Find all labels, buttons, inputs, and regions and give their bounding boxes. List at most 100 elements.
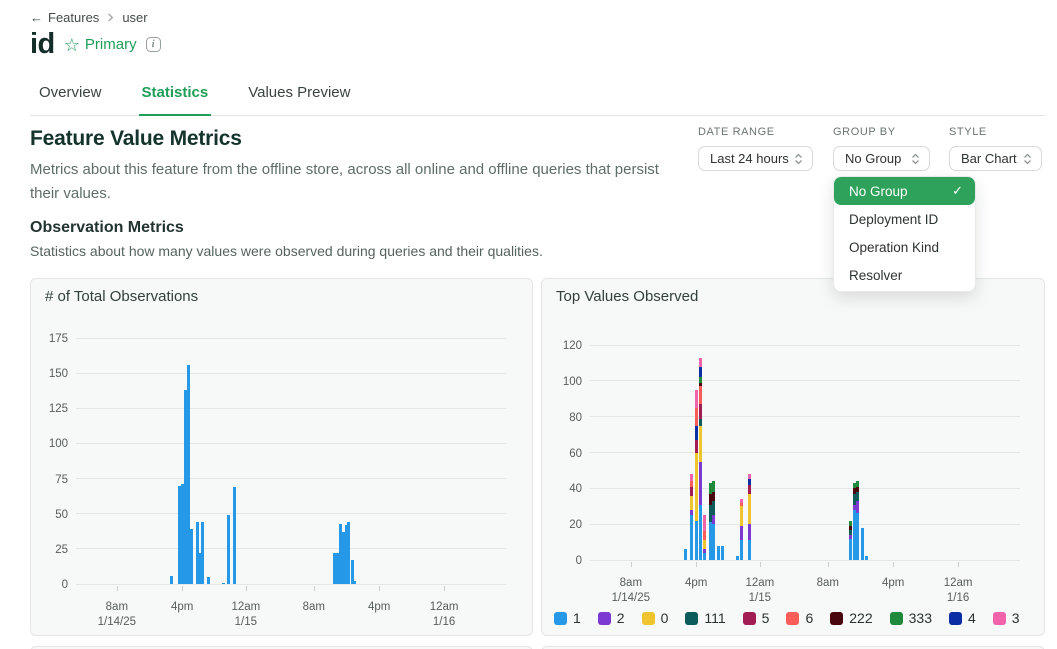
bar-segment[interactable] xyxy=(222,583,225,584)
bar-segment[interactable] xyxy=(849,535,852,539)
bar-segment[interactable] xyxy=(748,524,751,540)
legend-item[interactable]: 3 xyxy=(993,610,1020,626)
menu-item-operation-kind[interactable]: Operation Kind xyxy=(834,233,975,261)
bar-segment[interactable] xyxy=(853,494,856,505)
info-icon[interactable]: i xyxy=(146,37,161,52)
bar-segment[interactable] xyxy=(853,510,856,560)
bar-segment[interactable] xyxy=(695,521,698,560)
bar-segment[interactable] xyxy=(748,540,751,560)
bar-segment[interactable] xyxy=(233,487,236,584)
bar-segment[interactable] xyxy=(717,546,720,560)
menu-item-deployment-id[interactable]: Deployment ID xyxy=(834,205,975,233)
bar-segment[interactable] xyxy=(699,366,702,377)
legend-item[interactable]: 5 xyxy=(743,610,770,626)
tab-overview[interactable]: Overview xyxy=(36,80,105,115)
tab-statistics[interactable]: Statistics xyxy=(139,80,212,116)
bar-segment[interactable] xyxy=(748,494,751,525)
bar-segment[interactable] xyxy=(695,453,698,521)
bar-segment[interactable] xyxy=(712,524,715,560)
bar-segment[interactable] xyxy=(712,481,715,492)
bar-segment[interactable] xyxy=(690,487,693,496)
bar-segment[interactable] xyxy=(712,515,715,524)
bar-segment[interactable] xyxy=(856,481,859,486)
bar-segment[interactable] xyxy=(748,479,751,484)
group-by-select[interactable]: No Group xyxy=(833,146,930,171)
bar-segment[interactable] xyxy=(703,553,706,560)
subsection-description: Statistics about how many values were ob… xyxy=(30,243,543,259)
legend-item[interactable]: 1 xyxy=(554,610,581,626)
legend-item[interactable]: 0 xyxy=(642,610,669,626)
bar-segment[interactable] xyxy=(695,426,698,440)
legend-item[interactable]: 333 xyxy=(890,610,932,626)
bar-segment[interactable] xyxy=(695,390,698,408)
bar-segment[interactable] xyxy=(690,496,693,510)
date-range-select[interactable]: Last 24 hours xyxy=(698,146,813,171)
bar-segment[interactable] xyxy=(712,492,715,501)
bar-segment[interactable] xyxy=(690,510,693,515)
bar-segment[interactable] xyxy=(684,549,687,560)
bar-segment[interactable] xyxy=(703,515,706,531)
bar-segment[interactable] xyxy=(353,581,356,584)
bar-segment[interactable] xyxy=(856,487,859,492)
bar-segment[interactable] xyxy=(699,462,702,505)
bar-segment[interactable] xyxy=(699,404,702,418)
bar-segment[interactable] xyxy=(712,501,715,515)
bar-segment[interactable] xyxy=(849,526,852,530)
x-axis-tick: 4pm xyxy=(344,600,414,615)
bar-segment[interactable] xyxy=(849,521,852,526)
bar-segment[interactable] xyxy=(170,576,173,584)
bar-segment[interactable] xyxy=(690,515,693,560)
style-select[interactable]: Bar Chart xyxy=(949,146,1042,171)
bar-segment[interactable] xyxy=(865,556,868,560)
breadcrumb: ← Features user xyxy=(30,10,148,25)
legend-item[interactable]: 2 xyxy=(598,610,625,626)
bar-segment[interactable] xyxy=(740,506,743,526)
bar-segment[interactable] xyxy=(690,481,693,486)
bar-segment[interactable] xyxy=(201,522,204,584)
bar-segment[interactable] xyxy=(699,358,702,367)
bar-segment[interactable] xyxy=(699,386,702,404)
bar-segment[interactable] xyxy=(699,383,702,387)
bar-segment[interactable] xyxy=(695,408,698,426)
bar-segment[interactable] xyxy=(856,513,859,560)
bar-segment[interactable] xyxy=(740,526,743,540)
bar-segment[interactable] xyxy=(699,426,702,462)
bar-segment[interactable] xyxy=(699,377,702,382)
bar-segment[interactable] xyxy=(740,499,743,503)
bar-segment[interactable] xyxy=(748,485,751,494)
bar-segment[interactable] xyxy=(703,531,706,540)
bar-segment[interactable] xyxy=(695,440,698,453)
bar-segment[interactable] xyxy=(853,504,856,509)
legend-item[interactable]: 4 xyxy=(949,610,976,626)
breadcrumb-user-link[interactable]: user xyxy=(122,10,147,25)
bar-segment[interactable] xyxy=(849,539,852,561)
bar-segment[interactable] xyxy=(207,577,210,584)
bar-segment[interactable] xyxy=(853,488,856,493)
legend-label: 333 xyxy=(909,610,932,626)
bar-segment[interactable] xyxy=(736,556,739,560)
bar-segment[interactable] xyxy=(703,549,706,553)
bar-segment[interactable] xyxy=(748,474,751,479)
tab-values-preview[interactable]: Values Preview xyxy=(245,80,353,115)
bar-segment[interactable] xyxy=(699,418,702,425)
bar-segment[interactable] xyxy=(690,474,693,481)
bar-segment[interactable] xyxy=(190,529,193,584)
breadcrumb-features-link[interactable]: ← Features xyxy=(30,10,99,25)
bar-segment[interactable] xyxy=(740,540,743,560)
bar-segment[interactable] xyxy=(227,515,230,584)
legend-item[interactable]: 111 xyxy=(685,610,725,626)
bar-segment[interactable] xyxy=(703,540,706,549)
bar-segment[interactable] xyxy=(853,483,856,488)
bar-segment[interactable] xyxy=(856,492,859,501)
menu-item-resolver[interactable]: Resolver xyxy=(834,261,975,289)
bar-segment[interactable] xyxy=(861,528,864,560)
legend-item[interactable]: 6 xyxy=(786,610,813,626)
bar-segment[interactable] xyxy=(740,503,743,507)
bar-segment[interactable] xyxy=(721,546,724,560)
gridline xyxy=(76,338,506,339)
legend-item[interactable]: 222 xyxy=(830,610,872,626)
bar-segment[interactable] xyxy=(849,530,852,535)
menu-item-no-group[interactable]: No Group ✓ xyxy=(834,177,975,205)
bar-segment[interactable] xyxy=(856,501,859,514)
breadcrumb-label: Features xyxy=(48,10,99,25)
